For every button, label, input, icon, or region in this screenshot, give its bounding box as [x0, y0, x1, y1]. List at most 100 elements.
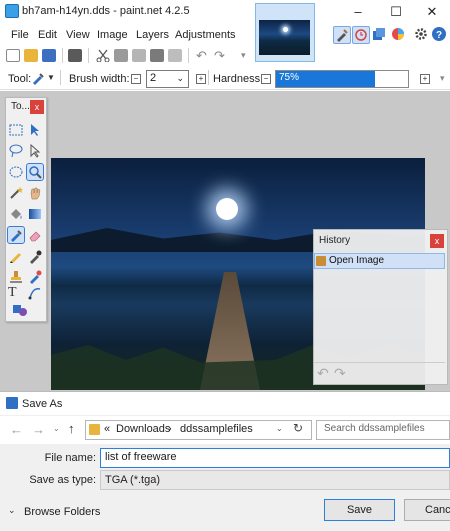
- options-separator: [60, 70, 61, 85]
- help-icon[interactable]: ?: [431, 26, 449, 44]
- tool-dropdown-chevron-icon[interactable]: ▼: [47, 73, 55, 82]
- redo-icon[interactable]: ↷: [214, 49, 228, 62]
- hardness-increase-button[interactable]: +: [420, 74, 430, 84]
- save-dialog-icon: [6, 397, 18, 409]
- save-as-type-value: TGA (*.tga): [105, 474, 161, 486]
- open-image-icon: [316, 256, 326, 266]
- undo-icon[interactable]: ↶: [196, 49, 210, 62]
- breadcrumb-downloads[interactable]: Downloads: [116, 423, 170, 435]
- zoom-icon[interactable]: [26, 163, 44, 181]
- cut-icon[interactable]: [96, 49, 110, 63]
- brush-width-decrease-button[interactable]: −: [131, 74, 141, 84]
- paintbrush-tool-icon[interactable]: [31, 71, 45, 85]
- menu-view[interactable]: View: [66, 29, 90, 41]
- crop-to-selection-icon[interactable]: [150, 49, 164, 62]
- paintbrush-tool-icon[interactable]: [7, 226, 25, 244]
- line-curve-icon[interactable]: [27, 285, 43, 301]
- thumbnail-moon: [283, 27, 288, 32]
- brush-width-increase-button[interactable]: +: [196, 74, 206, 84]
- toolbar-overflow-icon[interactable]: ▾: [241, 50, 246, 61]
- history-redo-icon[interactable]: ↷: [334, 365, 346, 382]
- back-arrow-icon[interactable]: ←: [10, 422, 23, 437]
- browse-folders-toggle[interactable]: Browse Folders: [24, 506, 100, 518]
- up-arrow-icon[interactable]: ↑: [68, 421, 75, 436]
- close-window-button[interactable]: ✕: [412, 0, 450, 24]
- tools-window-title: To...: [11, 101, 30, 112]
- eraser-icon[interactable]: [27, 227, 43, 243]
- toolbar-separator: [88, 48, 89, 63]
- file-name-input[interactable]: list of freeware: [100, 448, 450, 468]
- menu-edit[interactable]: Edit: [38, 29, 57, 41]
- refresh-icon[interactable]: ↻: [293, 421, 303, 435]
- svg-text:?: ?: [436, 30, 442, 41]
- file-name-label: File name:: [44, 452, 96, 464]
- maximize-button[interactable]: ☐: [376, 0, 416, 24]
- address-dropdown-chevron-icon[interactable]: ⌄: [276, 424, 283, 433]
- options-overflow-icon[interactable]: ▾: [440, 73, 445, 84]
- shapes-icon[interactable]: [12, 302, 28, 318]
- toolbar-separator: [62, 48, 63, 63]
- menu-image[interactable]: Image: [97, 29, 128, 41]
- save-file-icon[interactable]: [42, 49, 56, 62]
- search-placeholder: Search ddssamplefiles: [324, 423, 425, 434]
- history-window-close-button[interactable]: x: [430, 234, 444, 248]
- brush-width-label: Brush width:: [69, 73, 130, 85]
- menu-adjustments[interactable]: Adjustments: [175, 29, 236, 41]
- browse-folders-chevron-icon[interactable]: ⌄: [8, 505, 16, 516]
- minimize-button[interactable]: –: [338, 0, 378, 24]
- tool-label: Tool:: [8, 73, 32, 85]
- paint-bucket-icon[interactable]: [8, 206, 24, 222]
- tools-window-close-button[interactable]: x: [30, 100, 44, 114]
- gradient-icon[interactable]: [27, 206, 43, 222]
- options-separator: [208, 70, 209, 85]
- save-as-type-select[interactable]: TGA (*.tga): [100, 470, 450, 490]
- magic-wand-icon[interactable]: [8, 185, 24, 201]
- paste-icon[interactable]: [132, 49, 146, 62]
- tools-window-toggle-icon[interactable]: [333, 26, 351, 44]
- toolbar-separator: [188, 48, 189, 63]
- menu-layers[interactable]: Layers: [136, 29, 169, 41]
- menu-file[interactable]: File: [11, 29, 29, 41]
- move-selection-icon[interactable]: [27, 143, 43, 159]
- file-name-value: list of freeware: [105, 451, 177, 463]
- text-tool-icon[interactable]: T: [8, 285, 24, 301]
- brush-width-input[interactable]: 2 ⌄: [146, 70, 189, 88]
- window-title: bh7am-h14yn.dds - paint.net 4.2.5: [22, 5, 190, 17]
- move-selected-icon[interactable]: [27, 122, 43, 138]
- print-icon[interactable]: [68, 49, 82, 62]
- history-window-title: History: [319, 235, 351, 246]
- cancel-button[interactable]: Cancel: [404, 499, 450, 521]
- hardness-decrease-button[interactable]: −: [261, 74, 271, 84]
- folder-icon: [89, 424, 100, 435]
- breadcrumb-overflow[interactable]: «: [104, 423, 110, 435]
- canvas-moon: [216, 198, 238, 220]
- open-file-icon[interactable]: [24, 49, 38, 62]
- history-window-toggle-icon[interactable]: [352, 26, 370, 44]
- history-item-label: Open Image: [329, 255, 385, 266]
- rectangle-select-icon[interactable]: [8, 122, 24, 138]
- recolor-icon[interactable]: [27, 269, 43, 285]
- chevron-down-icon: ⌄: [176, 73, 184, 83]
- paintnet-app-icon: [5, 4, 19, 18]
- deselect-icon[interactable]: [168, 49, 182, 62]
- settings-gear-icon[interactable]: [413, 26, 431, 44]
- image-thumbnail: [259, 20, 310, 55]
- clone-stamp-icon[interactable]: [8, 269, 24, 285]
- breadcrumb-ddssamplefiles[interactable]: ddssamplefiles: [180, 423, 253, 435]
- new-file-icon[interactable]: [6, 49, 20, 62]
- history-undo-icon[interactable]: ↶: [317, 365, 329, 382]
- save-dialog-title: Save As: [22, 398, 63, 410]
- recent-locations-chevron-icon[interactable]: ⌄: [53, 424, 60, 433]
- lasso-select-icon[interactable]: [8, 143, 24, 159]
- brush-width-value: 2: [150, 72, 157, 84]
- save-button[interactable]: Save: [324, 499, 395, 521]
- forward-arrow-icon[interactable]: →: [32, 422, 45, 437]
- ellipse-select-icon[interactable]: [8, 164, 24, 180]
- hardness-label: Hardness:: [213, 73, 264, 85]
- layers-window-toggle-icon[interactable]: [371, 26, 389, 44]
- color-picker-icon[interactable]: [27, 248, 43, 264]
- colors-window-toggle-icon[interactable]: [390, 26, 408, 44]
- pan-hand-icon[interactable]: [27, 185, 43, 201]
- copy-icon[interactable]: [114, 49, 128, 62]
- pencil-icon[interactable]: [8, 248, 24, 264]
